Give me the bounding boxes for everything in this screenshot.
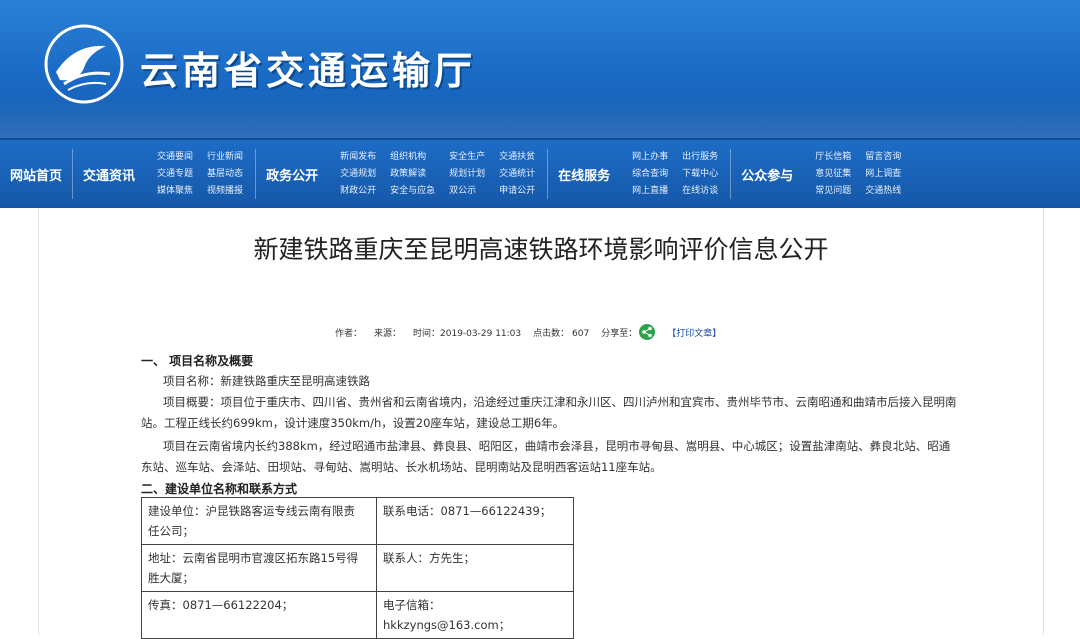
email-label: 电子信箱： [383,598,441,612]
meta-time: 时间：2019-03-29 11:03 [413,328,522,339]
fax: 传真：0871—66122204； [148,598,294,612]
email-link[interactable]: hkkzyngs@163.com； [383,615,567,635]
nav-home[interactable]: 网站首页 [0,165,72,184]
nav-sub-item[interactable]: 新闻发布 [340,149,376,166]
nav-sub-item[interactable]: 交通扶贫 [499,149,535,166]
nav-sub-item[interactable]: 组织机构 [390,149,435,166]
meta-clicks: 点击数： 607 [533,328,590,339]
nav-sub-item[interactable]: 安全与应急 [390,183,435,200]
nav-sub-item[interactable]: 视频播报 [207,183,243,200]
nav-sub-item[interactable]: 申请公开 [499,183,535,200]
table-cell: 联系人：方先生； [376,544,574,592]
nav-sub-item[interactable]: 留言咨询 [865,149,901,166]
article-card: 新建铁路重庆至昆明高速铁路环境影响评价信息公开 作者： 来源： 时间：2019-… [38,208,1044,639]
yunnan-line-2: 东站、巡车站、会泽站、田坝站、寻甸站、嵩明站、长水机场站、昆明南站及昆明西客运站… [141,460,662,474]
unit-line-1: 建设单位：沪昆铁路客运专线云南有限责 [148,504,355,518]
nav-sub-item[interactable]: 双公示 [449,183,485,200]
contact-person: 联系人：方先生； [383,551,475,565]
site-header: 云南省交通运输厅 [0,0,1080,138]
nav-sub-item[interactable]: 交通要闻 [157,149,193,166]
table-row: 建设单位：沪昆铁路客运专线云南有限责 任公司； 联系电话：0871—661224… [141,497,574,545]
nav-sub-item[interactable]: 交通统计 [499,166,535,183]
addr-line-1: 地址：云南省昆明市官渡区拓东路15号得 [148,551,359,565]
nav-sub-item[interactable]: 厅长信箱 [815,149,851,166]
table-cell: 电子信箱： hkkzyngs@163.com； [376,591,574,639]
table-row: 传真：0871—66122204； 电子信箱： hkkzyngs@163.com… [141,591,574,639]
nav-sub-item[interactable]: 交通专题 [157,166,193,183]
print-article-link[interactable]: 【打印文章】 [667,326,721,339]
nav-sub-item[interactable]: 行业新闻 [207,149,243,166]
nav-public-group: 厅长信箱 意见征集 常见问题 留言咨询 网上调查 交通热线 [803,149,913,200]
nav-sub-item[interactable]: 基层动态 [207,166,243,183]
table-cell: 地址：云南省昆明市官渡区拓东路15号得 胜大厦； [141,544,377,592]
section-heading-2: 二、建设单位名称和联系方式 [141,482,298,496]
nav-news[interactable]: 交通资讯 [73,165,145,184]
table-row: 地址：云南省昆明市官渡区拓东路15号得 胜大厦； 联系人：方先生； [141,544,574,592]
nav-sub-item[interactable]: 综合查询 [632,166,668,183]
article-meta: 作者： 来源： 时间：2019-03-29 11:03 点击数： 607 分享至… [335,324,733,340]
site-title: 云南省交通运输厅 [140,48,477,93]
nav-sub-item[interactable]: 媒体聚焦 [157,183,193,200]
nav-sub-item[interactable]: 规划计划 [449,166,485,183]
meta-share-label: 分享至： [601,328,638,339]
nav-sub-item[interactable]: 安全生产 [449,149,485,166]
nav-public[interactable]: 公众参与 [731,165,803,184]
nav-online[interactable]: 在线服务 [548,165,620,184]
nav-sub-item[interactable]: 网上调查 [865,166,901,183]
nav-sub-item[interactable]: 常见问题 [815,183,851,200]
nav-sub-item[interactable]: 下载中心 [682,166,718,183]
main-nav: 网站首页 交通资讯 交通要闻 交通专题 媒体聚焦 行业新闻 基层动态 视频播报 … [0,138,1080,208]
nav-sub-item[interactable]: 政策解读 [390,166,435,183]
nav-sub-item[interactable]: 交通规划 [340,166,376,183]
nav-online-group: 网上办事 综合查询 网上直播 出行服务 下载中心 在线访谈 [620,149,730,200]
nav-sub-item[interactable]: 财政公开 [340,183,376,200]
nav-sub-item[interactable]: 意见征集 [815,166,851,183]
project-name: 项目名称：新建铁路重庆至昆明高速铁路 [163,374,370,388]
addr-line-2: 胜大厦； [148,571,194,585]
nav-sub-item[interactable]: 网上办事 [632,149,668,166]
nav-sub-item[interactable]: 交通热线 [865,183,901,200]
nav-sub-item[interactable]: 出行服务 [682,149,718,166]
header-wave [0,98,1080,138]
meta-author: 作者： [335,328,363,339]
meta-source: 来源： [374,328,402,339]
table-cell: 建设单位：沪昆铁路客运专线云南有限责 任公司； [141,497,377,545]
unit-line-2: 任公司； [148,524,194,538]
yunnan-line-1: 项目在云南省境内长约388km，经过昭通市盐津县、彝良县、昭阳区，曲靖市会泽县，… [163,439,951,453]
section-heading-1: 一、 项目名称及概要 [141,354,254,368]
nav-gov-group: 新闻发布 交通规划 财政公开 组织机构 政策解读 安全与应急 安全生产 规划计划… [328,149,547,200]
nav-sub-item[interactable]: 网上直播 [632,183,668,200]
nav-news-group: 交通要闻 交通专题 媒体聚焦 行业新闻 基层动态 视频播报 [145,149,255,200]
site-logo-icon[interactable] [44,24,124,104]
contact-table: 建设单位：沪昆铁路客运专线云南有限责 任公司； 联系电话：0871—661224… [141,497,574,639]
nav-gov[interactable]: 政务公开 [256,165,328,184]
table-cell: 联系电话：0871—66122439； [376,497,574,545]
overview-line-1: 项目概要：项目位于重庆市、四川省、贵州省和云南省境内，沿途经过重庆江津和永川区、… [163,395,957,409]
article-title: 新建铁路重庆至昆明高速铁路环境影响评价信息公开 [253,235,829,264]
share-icon[interactable] [639,324,656,340]
phone: 联系电话：0871—66122439； [383,504,552,518]
nav-sub-item[interactable]: 在线访谈 [682,183,718,200]
table-cell: 传真：0871—66122204； [141,591,377,639]
overview-line-2: 站。工程正线长约699km，设计速度350km/h，设置20座车站，建设总工期6… [141,416,565,430]
